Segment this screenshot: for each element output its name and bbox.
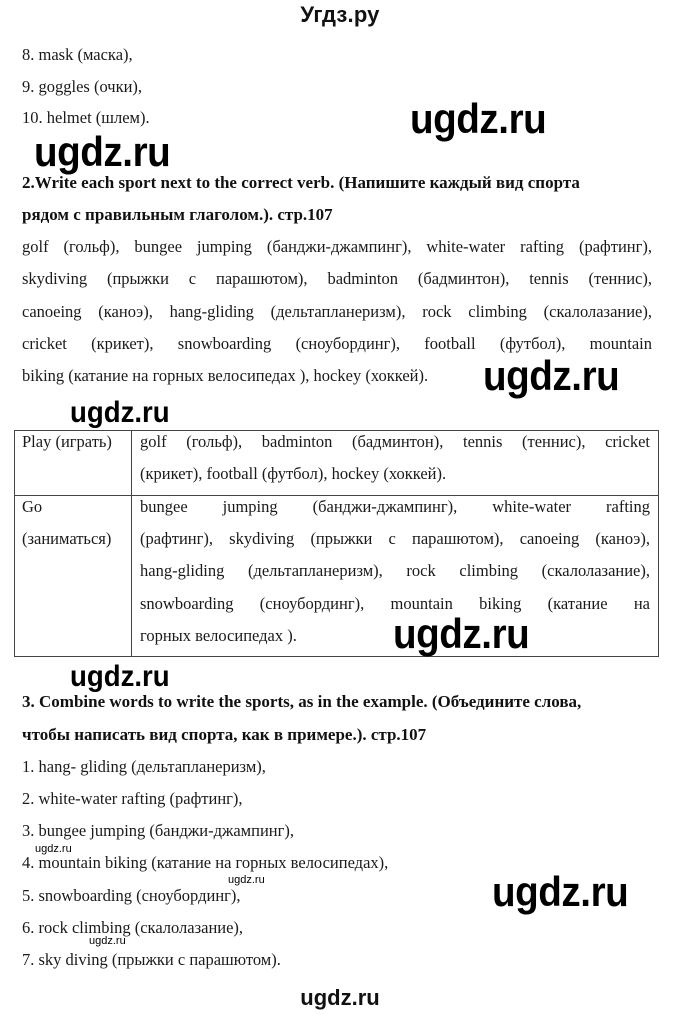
word-list-line: skydiving (прыжки с парашютом), badminto… xyxy=(22,269,652,288)
watermark: ugdz.ru xyxy=(70,396,170,429)
exercise-2-heading: 2.Write each sport next to the correct v… xyxy=(22,173,580,192)
exercise-2-heading-cont: рядом с правильным глаголом.). стр.107 xyxy=(22,205,333,224)
watermark: ugdz.ru xyxy=(34,128,171,175)
footer-watermark: ugdz.ru xyxy=(300,985,380,1010)
exercise-3-heading-cont: чтобы написать вид спорта, как в примере… xyxy=(22,725,427,744)
watermark: ugdz.ru xyxy=(393,610,530,657)
answer-item: 3. bungee jumping (банджи-джампинг), xyxy=(22,821,295,840)
table-cell-verb-go-translation: (заниматься) xyxy=(22,529,112,548)
table-cell-verb-go: Go xyxy=(22,497,43,516)
answer-item: 6. rock climbing (скалолазание), xyxy=(22,918,244,937)
answer-item: 2. white-water rafting (рафтинг), xyxy=(22,789,243,808)
watermark-small: ugdz.ru xyxy=(228,874,265,886)
answer-item: 7. sky diving (прыжки с парашютом). xyxy=(22,950,281,969)
word-list-line: golf (гольф), bungee jumping (банджи-джа… xyxy=(22,237,652,256)
table-column-divider xyxy=(131,431,132,656)
watermark-small: ugdz.ru xyxy=(89,935,126,947)
site-title: Угдз.ру xyxy=(300,2,380,27)
list-item: 9. goggles (очки), xyxy=(22,77,143,96)
list-item: 8. mask (маска), xyxy=(22,45,133,64)
watermark-small: ugdz.ru xyxy=(35,843,72,855)
word-list-line: cricket (крикет), snowboarding (сноуборд… xyxy=(22,334,652,353)
table-cell-sports-line: golf (гольф), badminton (бадминтон), ten… xyxy=(140,432,650,451)
answer-item: 1. hang- gliding (дельтапланеризм), xyxy=(22,757,266,776)
verb-sports-table: Play (играть) golf (гольф), badminton (б… xyxy=(14,430,659,657)
exercise-3-heading: 3. Combine words to write the sports, as… xyxy=(22,692,582,711)
table-cell-verb-play: Play (играть) xyxy=(22,432,112,451)
table-cell-sports-line: (крикет), football (футбол), hockey (хок… xyxy=(140,464,447,483)
table-cell-sports-line: hang-gliding (дельтапланеризм), rock cli… xyxy=(140,561,650,580)
table-cell-sports-line: (рафтинг), skydiving (прыжки с парашютом… xyxy=(140,529,650,548)
answer-item: 4. mountain biking (катание на горных ве… xyxy=(22,853,389,872)
answer-item: 5. snowboarding (сноубординг), xyxy=(22,886,241,905)
list-item: 10. helmet (шлем). xyxy=(22,108,150,127)
watermark: ugdz.ru xyxy=(70,660,170,693)
table-cell-sports-line: bungee jumping (банджи-джампинг), white-… xyxy=(140,497,650,516)
watermark: ugdz.ru xyxy=(410,95,547,142)
watermark: ugdz.ru xyxy=(483,352,620,399)
watermark: ugdz.ru xyxy=(492,868,629,915)
word-list-line: canoeing (каноэ), hang-gliding (дельтапл… xyxy=(22,302,652,321)
table-row-divider xyxy=(15,495,658,496)
